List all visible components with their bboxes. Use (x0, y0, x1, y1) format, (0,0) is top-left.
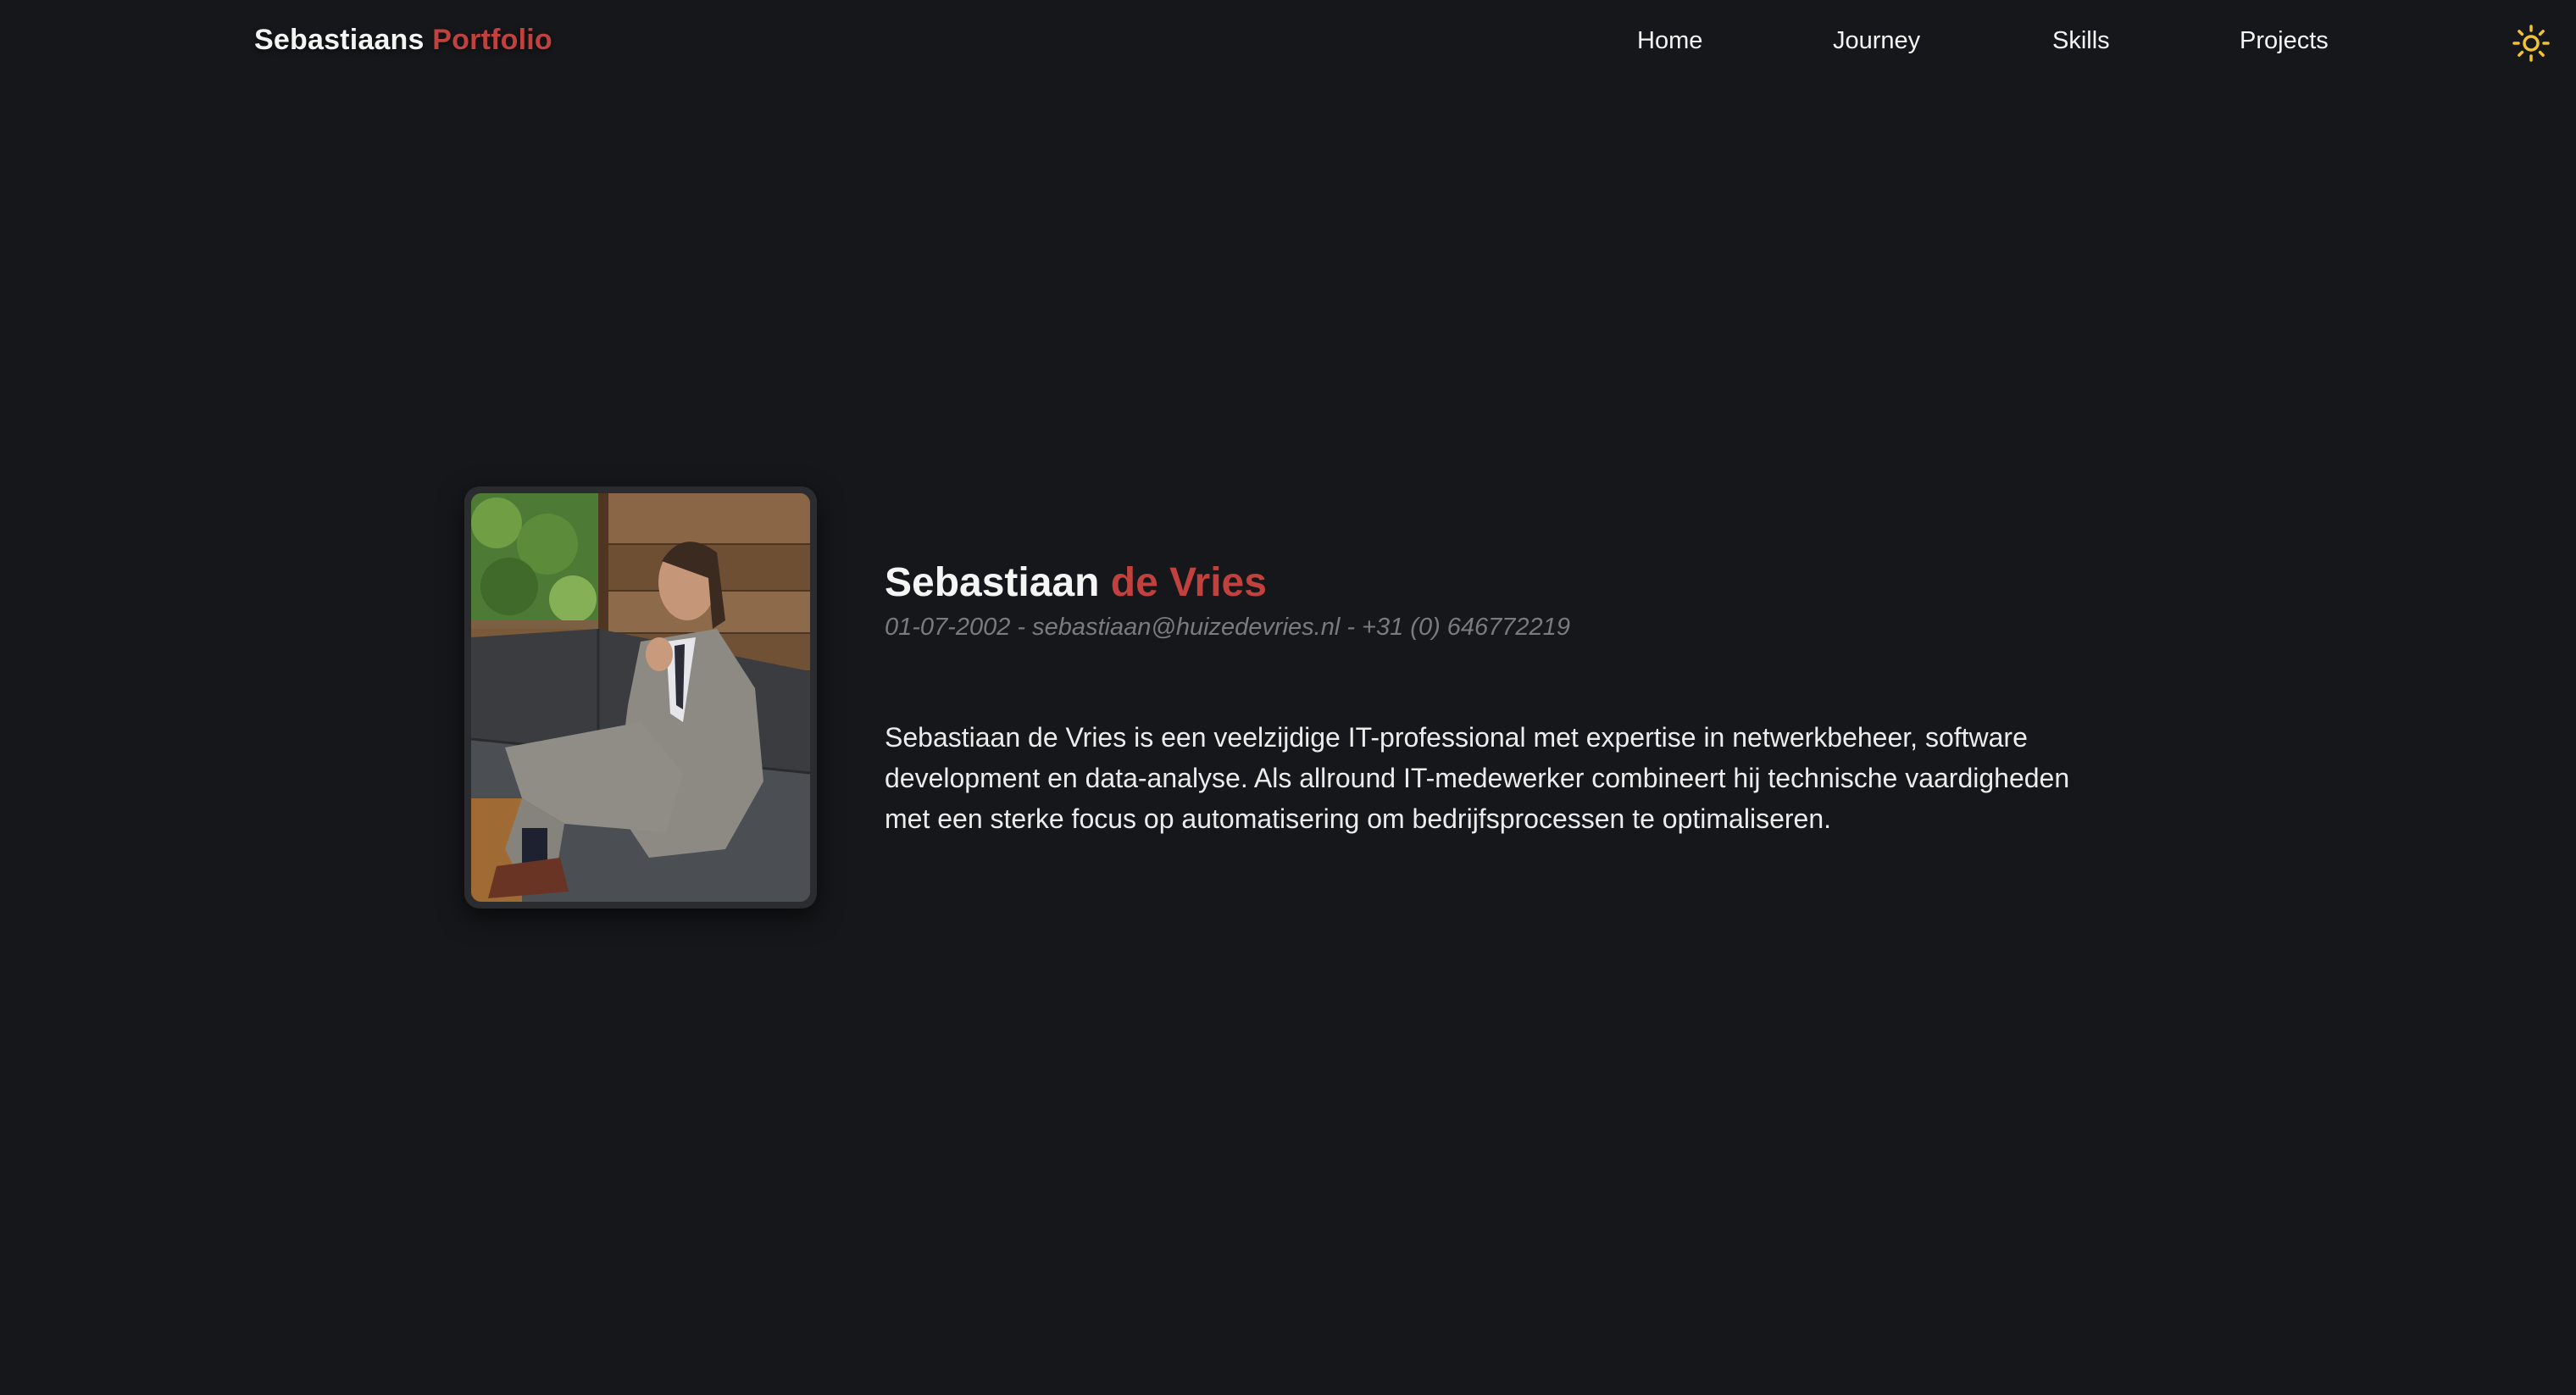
profile-photo (471, 493, 810, 902)
nav-link-skills[interactable]: Skills (2052, 27, 2110, 55)
brand-logo[interactable]: Sebastiaans Portfolio (254, 24, 552, 57)
profile-first-name: Sebastiaan (885, 560, 1100, 605)
profile-photo-frame (464, 486, 817, 909)
nav-link-home[interactable]: Home (1637, 27, 1702, 55)
profile-last-name: de Vries (1110, 560, 1267, 605)
profile-bio: Sebastiaan de Vries is een veelzijdige I… (885, 722, 2070, 834)
navbar: Sebastiaans Portfolio Home Journey Skill… (0, 0, 2576, 85)
sun-icon (2512, 25, 2550, 62)
brand-second: Portfolio (432, 24, 552, 56)
page: Sebastiaans Portfolio Home Journey Skill… (0, 0, 2576, 1395)
profile-contact-info: 01-07-2002 - sebastiaan@huizedevries.nl … (885, 614, 1570, 641)
profile-photo-image (471, 493, 810, 902)
brand-first: Sebastiaans (254, 24, 425, 56)
theme-toggle-button[interactable] (2510, 22, 2552, 64)
nav-link-journey[interactable]: Journey (1833, 27, 1920, 55)
profile-name: Sebastiaan de Vries (885, 559, 1267, 606)
nav-link-projects[interactable]: Projects (2240, 27, 2329, 55)
